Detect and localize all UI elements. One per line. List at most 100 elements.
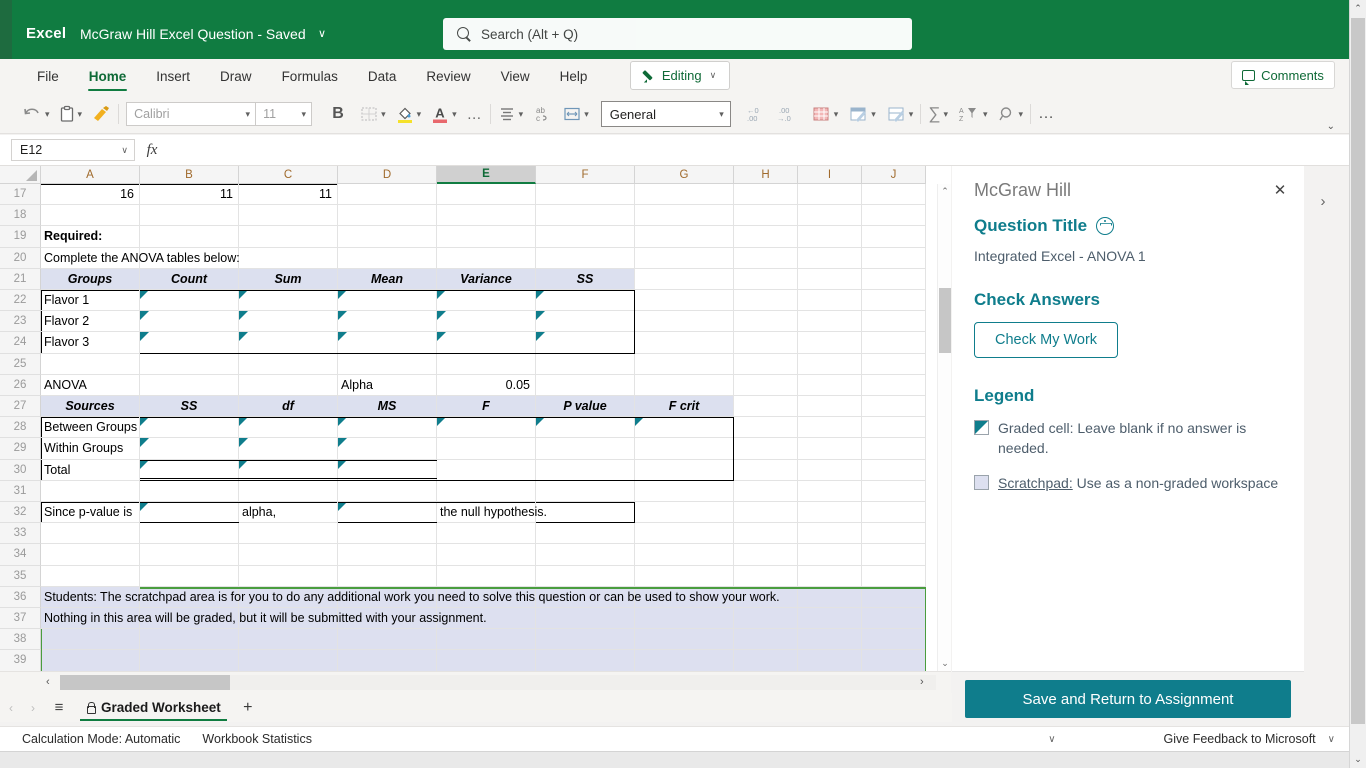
cell-styles-chevron-down-icon[interactable]: ▾ — [909, 109, 914, 120]
cell-A17[interactable]: 16 — [41, 184, 140, 206]
spreadsheet-grid[interactable]: ABCDEFGHIJ 17 18 19 20 21 22 23 24 25 26 27 28 29 30 3… — [0, 166, 951, 671]
undo-chevron-down-icon[interactable]: ▾ — [45, 109, 50, 120]
cell-E22[interactable] — [437, 290, 536, 312]
conditional-formatting-icon[interactable] — [811, 100, 831, 128]
cell-H33[interactable] — [734, 523, 798, 545]
cell-B29[interactable] — [140, 438, 239, 460]
cell-B21[interactable]: Count — [140, 268, 239, 290]
cell-H18[interactable] — [734, 205, 798, 227]
cell-A25[interactable] — [41, 353, 140, 375]
cell-E29[interactable] — [437, 438, 536, 460]
tab-view[interactable]: View — [486, 59, 545, 94]
cell-D25[interactable] — [338, 353, 437, 375]
cell-A30[interactable]: Total — [41, 459, 140, 481]
cell-D31[interactable] — [338, 480, 437, 502]
sort-filter-icon[interactable]: AZ — [958, 100, 980, 128]
cell-A26[interactable]: ANOVA — [41, 374, 140, 396]
document-title-chevron-down-icon[interactable]: ∨ — [318, 27, 326, 40]
bold-button[interactable]: B — [328, 100, 348, 128]
give-feedback-button[interactable]: Give Feedback to Microsoft — [1164, 732, 1316, 746]
cell-H35[interactable] — [734, 565, 798, 587]
browser-scroll-down-icon[interactable]: ⌄ — [1350, 751, 1366, 768]
cell-I27[interactable] — [798, 396, 862, 418]
increase-decimal-icon[interactable]: .00→.0 — [775, 100, 799, 128]
cell-J28[interactable] — [862, 417, 926, 439]
cell-G28[interactable] — [635, 417, 734, 439]
cell-B28[interactable] — [140, 417, 239, 439]
cell-I25[interactable] — [798, 353, 862, 375]
comments-button[interactable]: Comments — [1231, 61, 1335, 89]
scratchpad-link[interactable]: Scratchpad: — [998, 475, 1073, 491]
cell-F25[interactable] — [536, 353, 635, 375]
cell-E31[interactable] — [437, 480, 536, 502]
cell-G39[interactable] — [635, 650, 734, 671]
fill-color-icon[interactable] — [396, 100, 414, 128]
cell-I36[interactable] — [798, 586, 862, 608]
cell-C30[interactable] — [239, 459, 338, 481]
cell-G29[interactable] — [635, 438, 734, 460]
cell-B23[interactable] — [140, 311, 239, 333]
cell-B25[interactable] — [140, 353, 239, 375]
format-as-table-chevron-down-icon[interactable]: ▾ — [871, 109, 876, 120]
paste-chevron-down-icon[interactable]: ▾ — [78, 109, 83, 120]
cell-H17[interactable] — [734, 184, 798, 206]
cell-H39[interactable] — [734, 650, 798, 671]
save-and-return-button[interactable]: Save and Return to Assignment — [965, 680, 1291, 718]
row-header-29[interactable]: 29 — [0, 438, 41, 460]
column-header-j[interactable]: J — [862, 166, 926, 184]
cell-H22[interactable] — [734, 290, 798, 312]
cell-B18[interactable] — [140, 205, 239, 227]
cell-A18[interactable] — [41, 205, 140, 227]
cell-E18[interactable] — [437, 205, 536, 227]
cell-D38[interactable] — [338, 629, 437, 651]
borders-icon[interactable] — [360, 100, 378, 128]
cell-A38[interactable] — [41, 629, 140, 651]
cell-E20[interactable] — [437, 247, 536, 269]
number-format-chevron-down-icon[interactable]: ▾ — [719, 109, 724, 120]
tab-help[interactable]: Help — [545, 59, 603, 94]
cell-D39[interactable] — [338, 650, 437, 671]
row-header-24[interactable]: 24 — [0, 332, 41, 354]
column-header-f[interactable]: F — [536, 166, 635, 184]
cell-I35[interactable] — [798, 565, 862, 587]
cell-I17[interactable] — [798, 184, 862, 206]
cell-B24[interactable] — [140, 332, 239, 354]
number-format-select[interactable]: General ▾ — [600, 101, 731, 127]
cell-D29[interactable] — [338, 438, 437, 460]
cell-H20[interactable] — [734, 247, 798, 269]
cell-A21[interactable]: Groups — [41, 268, 140, 290]
cell-G18[interactable] — [635, 205, 734, 227]
cell-D32[interactable] — [338, 502, 437, 524]
cell-I22[interactable] — [798, 290, 862, 312]
find-icon[interactable] — [998, 100, 1016, 128]
cell-A34[interactable] — [41, 544, 140, 566]
row-header-25[interactable]: 25 — [0, 353, 41, 375]
cell-F37[interactable] — [536, 608, 635, 630]
accessibility-icon[interactable] — [1096, 217, 1115, 235]
format-painter-icon[interactable] — [91, 100, 111, 128]
column-header-g[interactable]: G — [635, 166, 734, 184]
cell-A32[interactable]: Since p-value is — [41, 502, 140, 524]
cell-F34[interactable] — [536, 544, 635, 566]
merge-chevron-down-icon[interactable]: ▾ — [584, 109, 589, 120]
cell-D34[interactable] — [338, 544, 437, 566]
hscroll-left-icon[interactable]: ‹ — [46, 676, 50, 688]
fill-color-chevron-down-icon[interactable]: ▾ — [417, 109, 422, 120]
column-header-b[interactable]: B — [140, 166, 239, 184]
hscroll-right-icon[interactable]: › — [920, 676, 924, 688]
cell-C38[interactable] — [239, 629, 338, 651]
cell-D23[interactable] — [338, 311, 437, 333]
toolbar-overflow-button[interactable]: … — [1038, 100, 1055, 128]
cell-H37[interactable] — [734, 608, 798, 630]
cell-J35[interactable] — [862, 565, 926, 587]
cell-B32[interactable] — [140, 502, 239, 524]
cell-E25[interactable] — [437, 353, 536, 375]
cell-G30[interactable] — [635, 459, 734, 481]
cell-J31[interactable] — [862, 480, 926, 502]
cell-E33[interactable] — [437, 523, 536, 545]
cell-H38[interactable] — [734, 629, 798, 651]
cell-H30[interactable] — [734, 459, 798, 481]
cell-F33[interactable] — [536, 523, 635, 545]
decrease-decimal-icon[interactable]: ←0.00 — [745, 100, 769, 128]
cell-I37[interactable] — [798, 608, 862, 630]
